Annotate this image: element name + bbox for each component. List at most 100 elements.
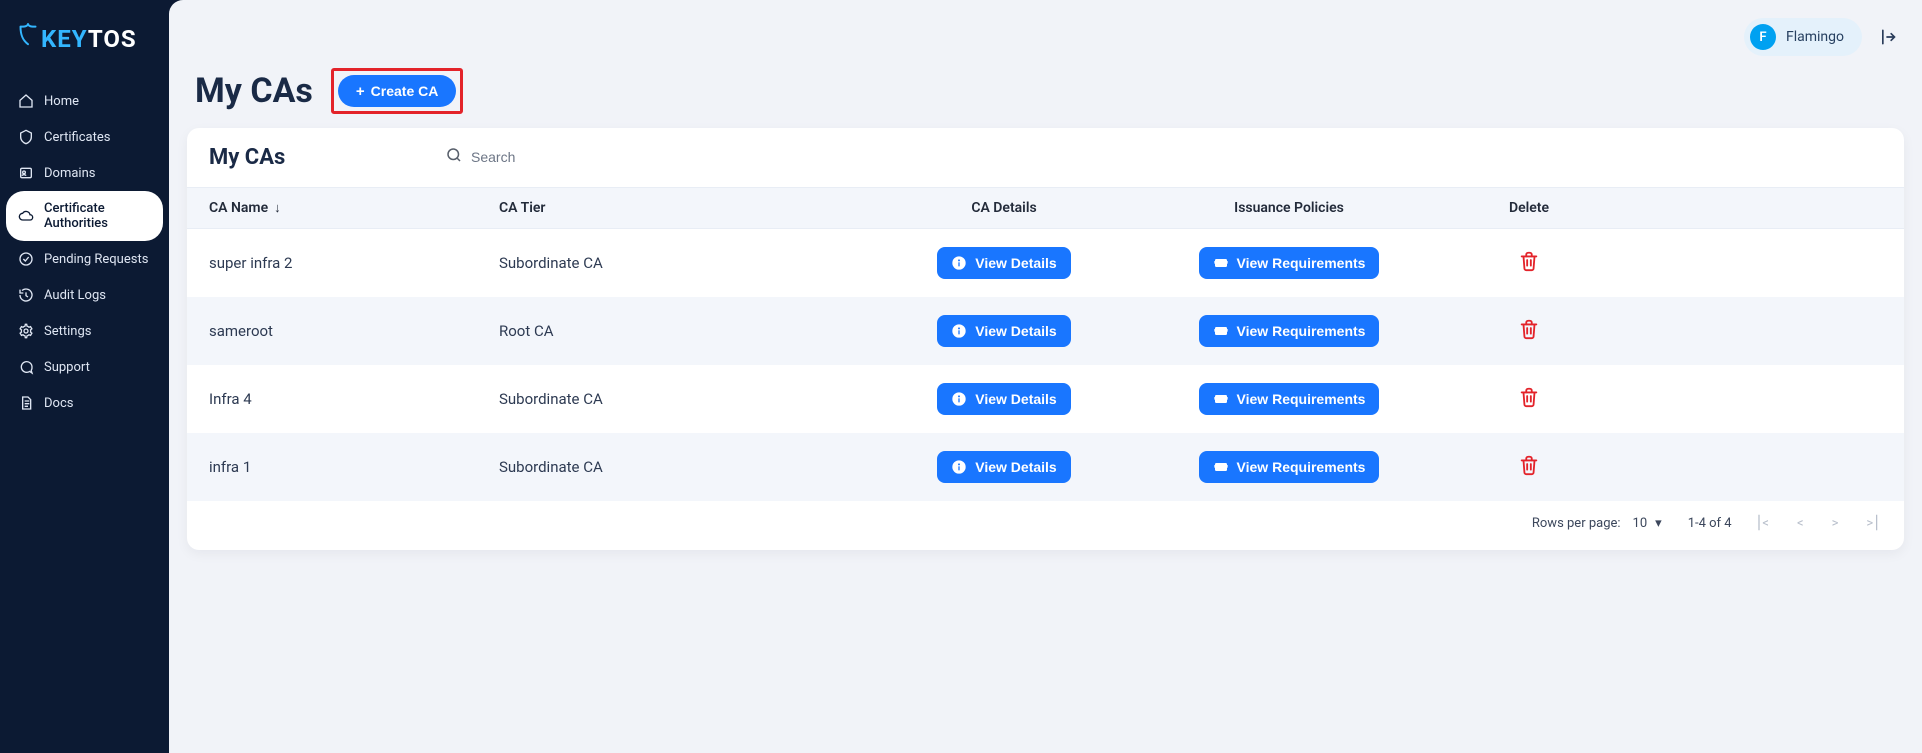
table-row: infra 1 Subordinate CA View Details View… xyxy=(187,433,1904,501)
page-range-label: 1-4 of 4 xyxy=(1688,516,1732,531)
avatar: F xyxy=(1750,24,1776,50)
last-page-button[interactable]: >⎮ xyxy=(1866,516,1880,531)
sidebar-item-label: Docs xyxy=(44,396,73,411)
sidebar-item-settings[interactable]: Settings xyxy=(6,313,163,349)
view-requirements-label: View Requirements xyxy=(1237,323,1366,339)
id-card-icon xyxy=(18,165,34,181)
delete-button[interactable] xyxy=(1518,386,1540,412)
view-requirements-button[interactable]: View Requirements xyxy=(1199,383,1380,415)
view-details-button[interactable]: View Details xyxy=(937,383,1070,415)
create-ca-label: Create CA xyxy=(371,83,439,99)
sidebar-item-support[interactable]: Support xyxy=(6,349,163,385)
table-row: sameroot Root CA View Details View Requi… xyxy=(187,297,1904,365)
sidebar-item-pending-requests[interactable]: Pending Requests xyxy=(6,241,163,277)
trash-icon xyxy=(1518,454,1540,480)
first-page-button[interactable]: ⎮< xyxy=(1756,516,1769,531)
cloud-icon xyxy=(18,208,34,224)
table-header: CA Name ↓ CA Tier CA Details Issuance Po… xyxy=(187,187,1904,229)
page-title: My CAs xyxy=(195,71,313,111)
card-icon xyxy=(1213,255,1229,271)
view-details-label: View Details xyxy=(975,459,1056,475)
history-icon xyxy=(18,287,34,303)
info-icon xyxy=(951,459,967,475)
view-details-label: View Details xyxy=(975,323,1056,339)
col-ca-tier[interactable]: CA Tier xyxy=(499,200,879,216)
view-requirements-button[interactable]: View Requirements xyxy=(1199,247,1380,279)
sort-arrow-down-icon: ↓ xyxy=(274,200,281,216)
shield-icon xyxy=(18,129,34,145)
rows-per-page-label: Rows per page: xyxy=(1532,516,1621,531)
pager: ⎮< < > >⎮ xyxy=(1756,516,1880,531)
sidebar-item-home[interactable]: Home xyxy=(6,83,163,119)
chevron-down-icon: ▾ xyxy=(1655,516,1662,531)
search-input[interactable] xyxy=(471,149,1301,165)
brand-text: KEYTOS xyxy=(41,25,137,53)
info-icon xyxy=(951,255,967,271)
delete-button[interactable] xyxy=(1518,454,1540,480)
chat-icon xyxy=(18,359,34,375)
cell-ca-name: Infra 4 xyxy=(209,390,499,408)
view-requirements-label: View Requirements xyxy=(1237,459,1366,475)
trash-icon xyxy=(1518,386,1540,412)
user-pill[interactable]: F Flamingo xyxy=(1744,18,1862,56)
card-icon xyxy=(1213,323,1229,339)
view-requirements-label: View Requirements xyxy=(1237,255,1366,271)
view-requirements-label: View Requirements xyxy=(1237,391,1366,407)
highlight-frame: + Create CA xyxy=(331,68,463,114)
sidebar-item-label: Certificate Authorities xyxy=(44,201,151,231)
view-details-label: View Details xyxy=(975,391,1056,407)
next-page-button[interactable]: > xyxy=(1832,516,1839,531)
cell-ca-tier: Root CA xyxy=(499,322,879,340)
clock-check-icon xyxy=(18,251,34,267)
document-icon xyxy=(18,395,34,411)
delete-button[interactable] xyxy=(1518,318,1540,344)
rows-per-page-select[interactable]: 10 ▾ xyxy=(1631,513,1664,534)
sidebar: KEYTOS Home Certificates Domains Certifi… xyxy=(0,0,169,753)
col-issuance-policies: Issuance Policies xyxy=(1129,200,1449,216)
cell-ca-name: sameroot xyxy=(209,322,499,340)
sidebar-item-docs[interactable]: Docs xyxy=(6,385,163,421)
card-icon xyxy=(1213,459,1229,475)
trash-icon xyxy=(1518,250,1540,276)
prev-page-button[interactable]: < xyxy=(1797,516,1804,531)
info-icon xyxy=(951,391,967,407)
delete-button[interactable] xyxy=(1518,250,1540,276)
sidebar-item-label: Certificates xyxy=(44,130,110,145)
view-details-button[interactable]: View Details xyxy=(937,451,1070,483)
home-icon xyxy=(18,93,34,109)
sidebar-item-label: Support xyxy=(44,360,90,375)
shield-bracket-icon xyxy=(18,22,38,55)
cell-ca-tier: Subordinate CA xyxy=(499,458,879,476)
info-icon xyxy=(951,323,967,339)
trash-icon xyxy=(1518,318,1540,344)
col-ca-details: CA Details xyxy=(879,200,1129,216)
view-details-button[interactable]: View Details xyxy=(937,315,1070,347)
sidebar-item-certificates[interactable]: Certificates xyxy=(6,119,163,155)
ca-table-card: My CAs CA Name ↓ CA Tier CA Details Issu… xyxy=(187,128,1904,550)
view-details-button[interactable]: View Details xyxy=(937,247,1070,279)
view-requirements-button[interactable]: View Requirements xyxy=(1199,451,1380,483)
gear-icon xyxy=(18,323,34,339)
sidebar-item-domains[interactable]: Domains xyxy=(6,155,163,191)
sidebar-item-label: Pending Requests xyxy=(44,252,148,267)
col-ca-name[interactable]: CA Name ↓ xyxy=(209,200,499,216)
search-field[interactable] xyxy=(443,142,1303,173)
plus-icon: + xyxy=(356,84,365,99)
create-ca-button[interactable]: + Create CA xyxy=(338,75,456,107)
page-header: My CAs + Create CA xyxy=(169,68,1922,128)
view-requirements-button[interactable]: View Requirements xyxy=(1199,315,1380,347)
card-title: My CAs xyxy=(209,145,419,170)
user-name: Flamingo xyxy=(1786,29,1844,45)
sidebar-item-audit-logs[interactable]: Audit Logs xyxy=(6,277,163,313)
col-delete: Delete xyxy=(1449,200,1609,216)
table-row: super infra 2 Subordinate CA View Detail… xyxy=(187,229,1904,297)
topbar: F Flamingo xyxy=(169,0,1922,68)
main-content: F Flamingo My CAs + Create CA My CAs xyxy=(169,0,1922,753)
card-icon xyxy=(1213,391,1229,407)
view-details-label: View Details xyxy=(975,255,1056,271)
table-footer: Rows per page: 10 ▾ 1-4 of 4 ⎮< < > >⎮ xyxy=(187,501,1904,550)
logout-button[interactable] xyxy=(1874,24,1900,50)
sidebar-item-certificate-authorities[interactable]: Certificate Authorities xyxy=(6,191,163,241)
cell-ca-name: infra 1 xyxy=(209,458,499,476)
sidebar-item-label: Audit Logs xyxy=(44,288,106,303)
